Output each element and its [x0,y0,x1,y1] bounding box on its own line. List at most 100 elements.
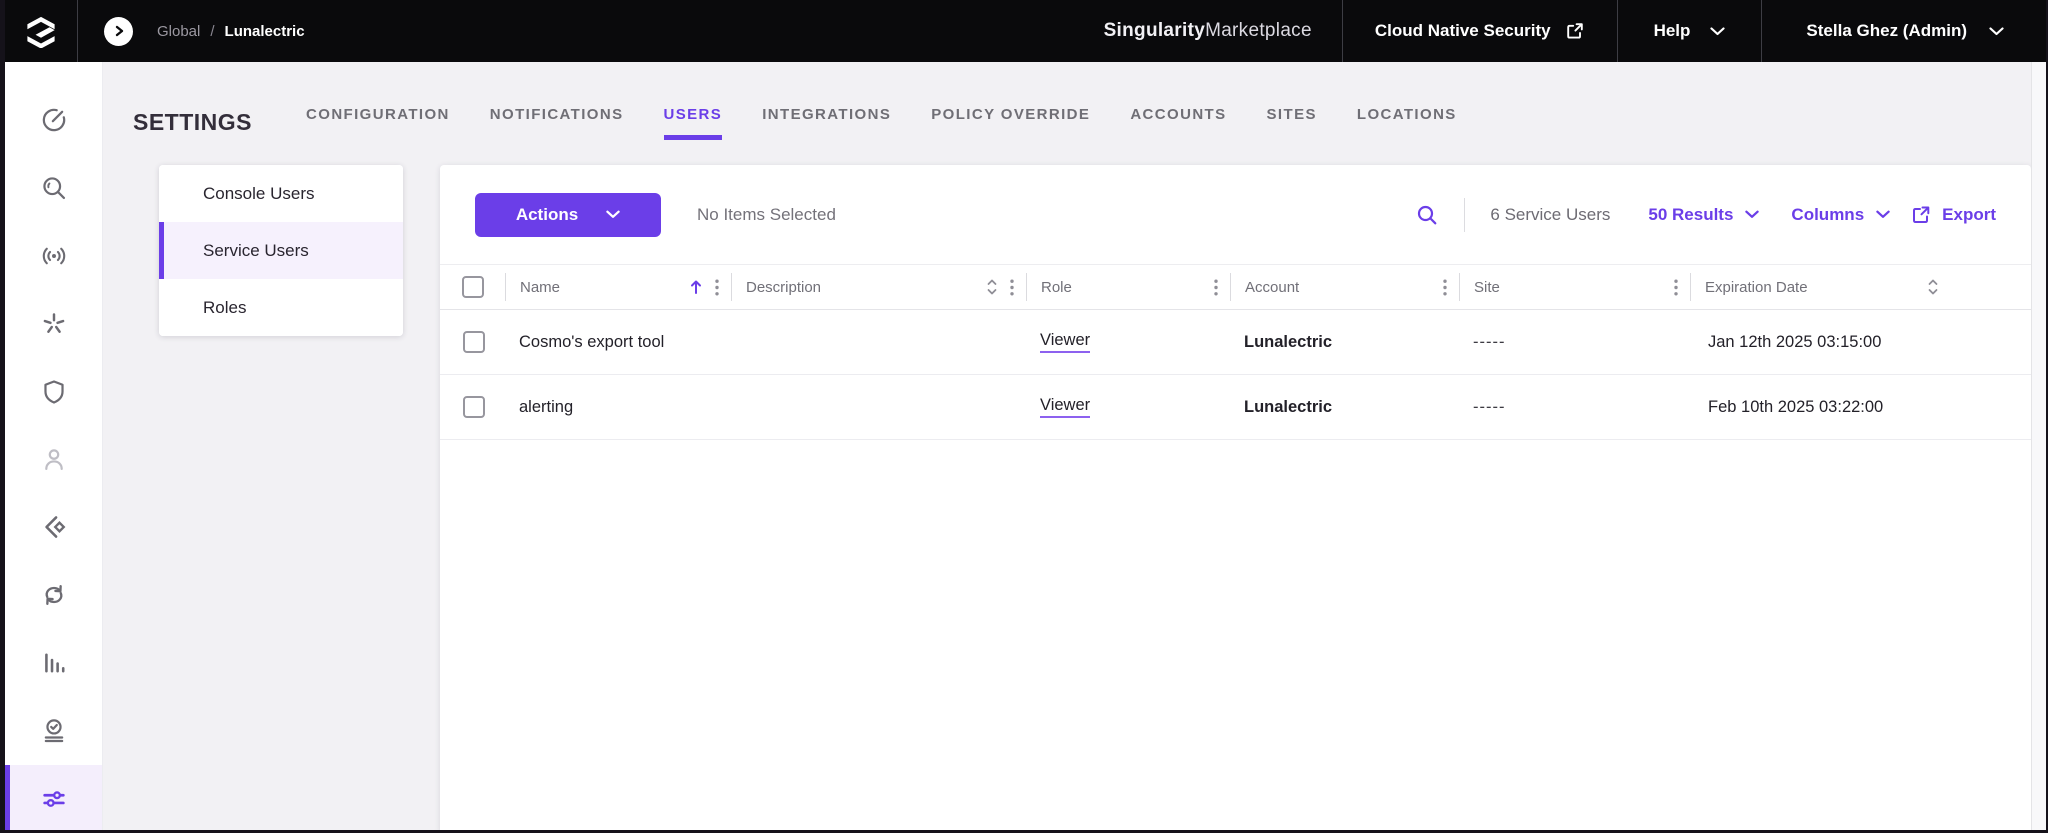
code-diamond-icon [44,516,65,539]
header-account[interactable]: Account [1230,273,1459,301]
help-label: Help [1653,21,1691,40]
search-icon [1418,205,1437,224]
header-name-icons [689,279,719,296]
select-all-checkbox[interactable] [461,276,484,298]
settings-header: SETTINGS CONFIGURATION NOTIFICATIONS USE… [103,62,2031,165]
breadcrumb-scope[interactable]: Global [157,23,200,40]
sort-toggle-icon [987,279,997,295]
header-role-label: Role [1041,278,1072,296]
brand-primary: Singularity [1103,20,1206,41]
column-menu-icon[interactable] [1010,279,1014,296]
nav-item-dashboard[interactable] [5,86,102,154]
actions-button[interactable]: Actions [475,192,661,237]
header-role[interactable]: Role [1026,273,1230,301]
header-name-label: Name [520,278,561,296]
nav-item-policy[interactable] [5,358,102,426]
users-subnav: Console Users Service Users Roles [159,165,403,336]
toolbar-right-group: 6 Service Users 50 Results Columns Expor… [1415,197,1996,232]
header-select-all-cell [440,273,505,301]
user-menu-label: Stella Ghez (Admin) [1806,21,1967,40]
nav-item-rollouts[interactable] [5,697,102,765]
nav-item-users[interactable] [5,426,102,494]
sentinelone-logo[interactable] [5,14,77,48]
tab-policy-override[interactable]: POLICY OVERRIDE [931,106,1090,140]
export-icon [1913,206,1930,223]
topbar-right-group: SingularityMarketplace Cloud Native Secu… [1104,0,2046,62]
header-name[interactable]: Name [505,273,731,301]
search-icon [42,177,65,199]
breadcrumb-separator: / [210,22,215,40]
header-role-icons [1214,279,1218,296]
cell-role: Viewer [1026,396,1230,418]
cloud-native-security-label: Cloud Native Security [1374,21,1551,40]
cell-role: Viewer [1026,331,1230,353]
header-description[interactable]: Description [731,273,1026,301]
nav-item-sync[interactable] [5,561,102,629]
nav-item-packages[interactable] [5,493,102,561]
tab-configuration[interactable]: CONFIGURATION [306,106,450,140]
nav-item-detections[interactable] [5,222,102,290]
actions-button-label: Actions [515,204,579,224]
nav-item-search[interactable] [5,154,102,222]
tab-notifications[interactable]: NOTIFICATIONS [490,106,624,140]
row-checkbox-cell [440,396,505,418]
column-menu-icon[interactable] [1674,279,1678,296]
chevron-right-icon [115,25,123,37]
results-label: 50 Results [1648,204,1734,224]
rollout-check-icon [44,719,63,743]
table-row[interactable]: alerting Viewer Lunalectric ----- Feb 10… [440,375,2031,440]
header-site-icons [1674,279,1678,296]
results-per-page-dropdown[interactable]: 50 Results [1648,204,1760,225]
table-toolbar: Actions No Items Selected 6 Service User… [440,165,2031,264]
tab-integrations[interactable]: INTEGRATIONS [762,106,891,140]
row-checkbox[interactable] [462,331,485,353]
row-checkbox[interactable] [462,396,485,418]
user-menu[interactable]: Stella Ghez (Admin) [1762,0,2046,62]
user-icon [44,449,63,471]
main-content: SETTINGS CONFIGURATION NOTIFICATIONS USE… [103,62,2031,830]
export-label: Export [1942,204,1996,224]
column-menu-icon[interactable] [1443,279,1447,296]
shield-icon [43,379,64,404]
nav-item-reports[interactable] [5,629,102,697]
columns-dropdown[interactable]: Columns [1791,205,1890,225]
header-site[interactable]: Site [1459,273,1690,301]
breadcrumb-account[interactable]: Lunalectric [225,23,305,40]
tab-sites[interactable]: SITES [1267,106,1317,140]
breadcrumb: Global / Lunalectric [157,23,305,40]
vertical-scrollbar[interactable] [2031,62,2046,830]
chevron-down-icon [1876,210,1890,218]
subnav-item-console-users[interactable]: Console Users [159,165,403,222]
subnav-item-service-users[interactable]: Service Users [159,222,403,279]
asterisk-icon [43,312,64,333]
chevron-down-icon [1989,26,2004,35]
nav-item-threats[interactable] [5,290,102,358]
subnav-item-roles[interactable]: Roles [159,279,403,336]
search-button[interactable] [1415,203,1439,227]
sentinelone-logo-icon [27,16,55,48]
header-description-icons [986,278,1014,296]
selection-status: No Items Selected [697,204,836,224]
tab-accounts[interactable]: ACCOUNTS [1130,106,1226,140]
page-title: SETTINGS [133,109,253,135]
cell-account: Lunalectric [1244,397,1333,416]
header-expiration-date[interactable]: Expiration Date [1690,273,1951,301]
tab-users[interactable]: USERS [663,106,723,140]
service-users-count: 6 Service Users [1490,204,1611,224]
help-menu[interactable]: Help [1618,0,1762,62]
table-row[interactable]: Cosmo's export tool Viewer Lunalectric -… [440,310,2031,375]
tab-locations[interactable]: LOCATIONS [1357,106,1457,140]
users-content: Console Users Service Users Roles Action… [103,165,2031,830]
role-link[interactable]: Viewer [1040,396,1091,418]
cloud-native-security-link[interactable]: Cloud Native Security [1343,0,1617,62]
chevron-down-icon [1710,26,1726,35]
column-menu-icon[interactable] [715,279,719,296]
product-brand: SingularityMarketplace [1104,20,1312,42]
broadcast-icon [42,247,65,265]
expand-nav-button[interactable] [104,16,133,46]
role-link[interactable]: Viewer [1040,331,1091,353]
top-bar: Global / Lunalectric SingularityMarketpl… [5,0,2046,62]
export-button[interactable]: Export [1910,204,1996,226]
nav-item-settings[interactable] [5,765,102,830]
column-menu-icon[interactable] [1214,279,1218,296]
